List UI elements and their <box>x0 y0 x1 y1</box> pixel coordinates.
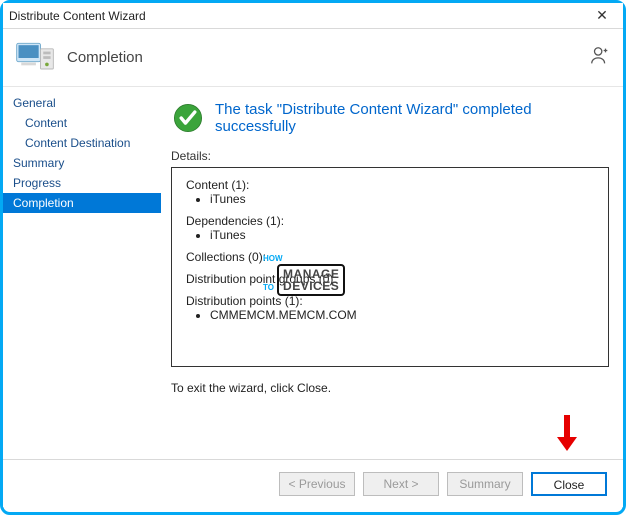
summary-button: Summary <box>447 472 523 496</box>
wizard-header: Completion <box>3 29 623 87</box>
nav-progress[interactable]: Progress <box>3 173 161 193</box>
dependencies-heading: Dependencies (1): <box>186 214 594 228</box>
page-title: Completion <box>67 49 143 66</box>
content-heading: Content (1): <box>186 178 594 192</box>
nav-sidebar: General Content Content Destination Summ… <box>3 87 161 459</box>
close-button[interactable]: Close <box>531 472 607 496</box>
dp-item: CMMEMCM.MEMCM.COM <box>210 308 594 322</box>
dp-heading: Distribution points (1): <box>186 294 594 308</box>
wizard-footer: < Previous Next > Summary Close <box>3 459 623 507</box>
wizard-body: General Content Content Destination Summ… <box>3 87 623 459</box>
collections-heading: Collections (0): <box>186 250 594 264</box>
exit-instruction: To exit the wizard, click Close. <box>171 381 609 395</box>
details-collections: Collections (0): <box>186 250 594 264</box>
nav-general[interactable]: General <box>3 93 161 113</box>
previous-button: < Previous <box>279 472 355 496</box>
status-message: The task "Distribute Content Wizard" com… <box>215 101 609 135</box>
details-box: Content (1): iTunes Dependencies (1): iT… <box>171 167 609 367</box>
details-dpg: Distribution point groups (0): <box>186 272 594 286</box>
status-row: The task "Distribute Content Wizard" com… <box>171 101 609 135</box>
details-label: Details: <box>171 149 609 163</box>
next-button: Next > <box>363 472 439 496</box>
details-dependencies: Dependencies (1): iTunes <box>186 214 594 242</box>
window-title: Distribute Content Wizard <box>9 9 146 23</box>
person-icon <box>589 45 611 70</box>
main-panel: The task "Distribute Content Wizard" com… <box>161 87 623 459</box>
content-item: iTunes <box>210 192 594 206</box>
details-dp: Distribution points (1): CMMEMCM.MEMCM.C… <box>186 294 594 322</box>
success-check-icon <box>171 101 205 135</box>
dpg-heading: Distribution point groups (0): <box>186 272 594 286</box>
details-content: Content (1): iTunes <box>186 178 594 206</box>
nav-content-destination[interactable]: Content Destination <box>3 133 161 153</box>
nav-summary[interactable]: Summary <box>3 153 161 173</box>
dependency-item: iTunes <box>210 228 594 242</box>
close-icon[interactable]: ✕ <box>587 7 617 24</box>
nav-completion[interactable]: Completion <box>3 193 161 213</box>
nav-content[interactable]: Content <box>3 113 161 133</box>
computer-icon <box>13 36 57 80</box>
title-bar: Distribute Content Wizard ✕ <box>3 3 623 29</box>
